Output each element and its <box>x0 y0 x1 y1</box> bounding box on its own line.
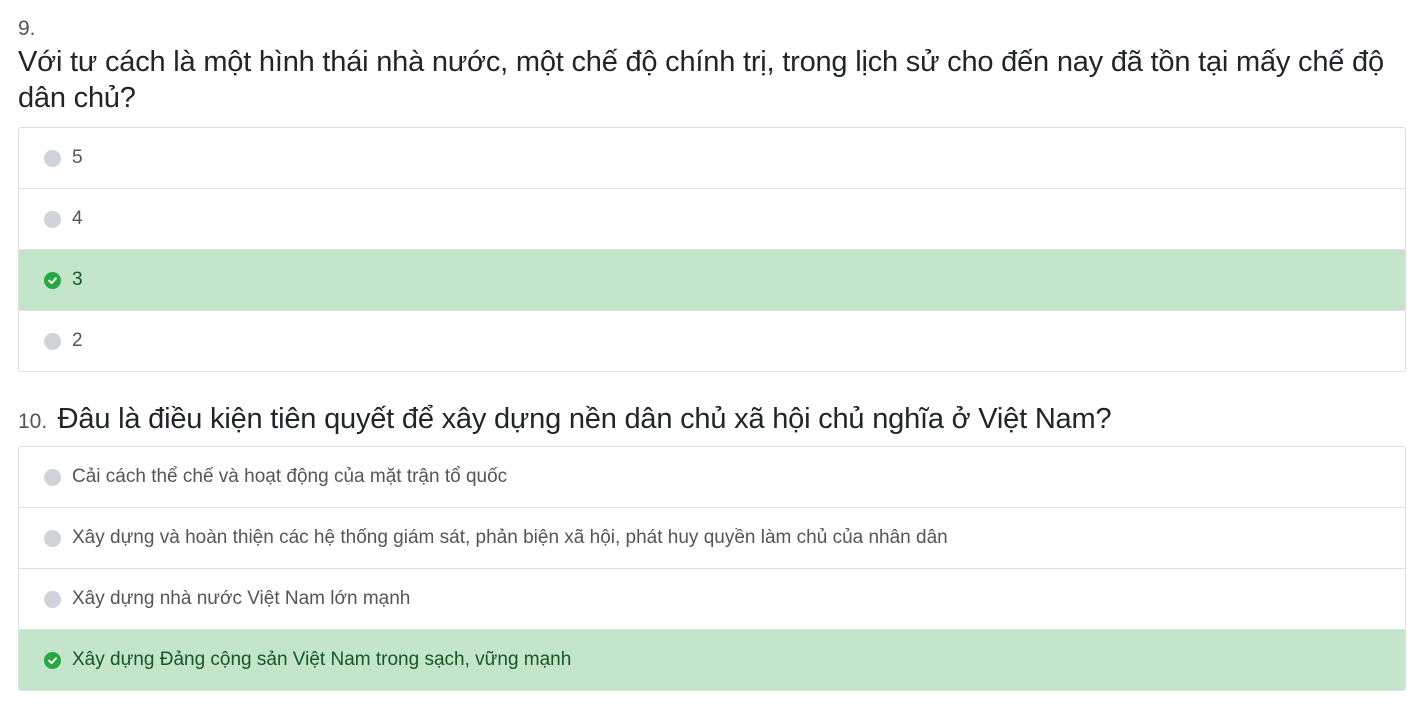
question-number: 9. <box>18 17 36 40</box>
answer-option[interactable]: 3 <box>19 250 1405 311</box>
radio-icon <box>44 149 61 167</box>
answer-option[interactable]: 4 <box>19 189 1405 250</box>
answer-label: Xây dựng Đảng cộng sản Việt Nam trong sạ… <box>72 649 572 670</box>
answer-option[interactable]: 5 <box>19 128 1405 189</box>
question-text: Đâu là điều kiện tiên quyết để xây dựng … <box>57 403 1112 435</box>
question-header: 9. Với tư cách là một hình thái nhà nước… <box>18 14 1406 116</box>
quiz-results-page: 9. Với tư cách là một hình thái nhà nước… <box>0 0 1426 708</box>
answer-label: 5 <box>72 147 83 168</box>
answer-option[interactable]: Xây dựng và hoàn thiện các hệ thống giám… <box>19 508 1405 569</box>
question-text: Với tư cách là một hình thái nhà nước, m… <box>18 46 1384 114</box>
radio-icon <box>44 468 61 486</box>
answer-option[interactable]: Xây dựng Đảng cộng sản Việt Nam trong sạ… <box>19 630 1405 690</box>
check-circle-icon <box>44 271 61 289</box>
answer-option[interactable]: Xây dựng nhà nước Việt Nam lớn mạnh <box>19 569 1405 630</box>
question-number: 10. <box>18 410 48 433</box>
check-circle-icon <box>44 651 61 669</box>
question-10: 10. Đâu là điều kiện tiên quyết để xây d… <box>18 401 1406 691</box>
answer-label: Xây dựng và hoàn thiện các hệ thống giám… <box>72 527 948 548</box>
radio-icon <box>44 210 61 228</box>
answer-label: Xây dựng nhà nước Việt Nam lớn mạnh <box>72 588 411 609</box>
answer-option[interactable]: 2 <box>19 311 1405 371</box>
answer-label: 2 <box>72 330 83 351</box>
answer-options: 5 4 3 2 <box>18 127 1406 372</box>
answer-option[interactable]: Cải cách thể chế và hoạt động của mặt tr… <box>19 447 1405 508</box>
answer-label: 4 <box>72 208 83 229</box>
answer-options: Cải cách thể chế và hoạt động của mặt tr… <box>18 446 1406 691</box>
answer-label: 3 <box>72 269 83 290</box>
radio-icon <box>44 332 61 350</box>
answer-label: Cải cách thể chế và hoạt động của mặt tr… <box>72 466 508 487</box>
question-header: 10. Đâu là điều kiện tiên quyết để xây d… <box>18 401 1406 437</box>
radio-icon <box>44 529 61 547</box>
radio-icon <box>44 590 61 608</box>
question-9: 9. Với tư cách là một hình thái nhà nước… <box>18 14 1406 372</box>
